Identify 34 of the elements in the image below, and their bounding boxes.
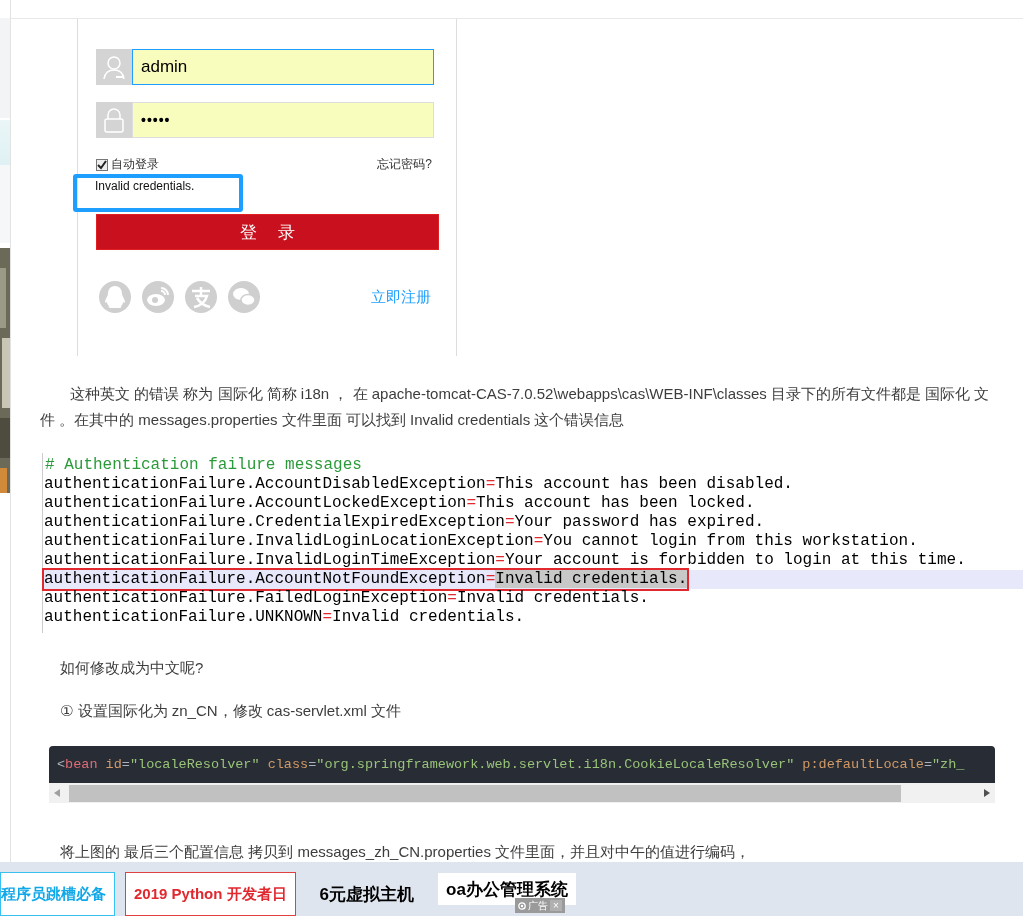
ad-link[interactable]: 2019 Python 开发者日: [125, 872, 296, 916]
paragraph: 这种英文 的错误 称为 国际化 简称 i18n ， 在 apache-tomcat-CAS-7.0.52\webapps\cas\WEB-INF\classes 目录下的所有文件都是 国际化 文件 。在其中的 messages.properties 文件里面 可以找到 Invalid credentials 这个错误信息: [40, 385, 990, 428]
target-icon: [518, 901, 526, 910]
code-line: authenticationFailure.InvalidLoginTimeException=Your account is forbidden to login at this time.: [44, 551, 966, 570]
chat-bubbles-icon[interactable]: [228, 281, 260, 313]
swirl-icon[interactable]: [142, 281, 174, 313]
error-message: Invalid credentials.: [95, 179, 195, 193]
code-line: authenticationFailure.CredentialExpiredException=Your password has expired.: [44, 513, 765, 532]
stroke-glyph-icon[interactable]: [185, 281, 217, 313]
input-field[interactable]: admin: [132, 49, 434, 85]
penguin-icon[interactable]: [99, 281, 131, 313]
lock-icon: [102, 107, 126, 133]
code-line: authenticationFailure.UNKNOWN=Invalid credentials.: [44, 608, 525, 627]
forgot-password-link[interactable]: 忘记密码?: [377, 156, 432, 173]
code-line: authenticationFailure.InvalidLoginLocationException=You cannot login from this workstation.: [44, 532, 918, 551]
scroll-right-icon[interactable]: [984, 789, 990, 797]
checkbox[interactable]: [96, 158, 108, 171]
code-comment: # Authentication failure messages: [45, 456, 362, 474]
code-line: authenticationFailure.FailedLoginException=Invalid credentials.: [44, 589, 649, 608]
code-line: authenticationFailure.AccountLockedException=This account has been locked.: [44, 494, 755, 513]
ad-link[interactable]: 6元虚拟主机: [301, 872, 432, 916]
scrollbar-thumb[interactable]: [69, 784, 901, 802]
checkbox-label: 自动登录: [111, 156, 159, 173]
login-button[interactable]: 登 录: [96, 214, 439, 250]
paragraph: 如何修改成为中文呢?: [60, 659, 204, 676]
code-line: authenticationFailure.AccountDisabledException=This account has been disabled.: [44, 475, 793, 494]
code-line: authenticationFailure.AccountNotFoundException=Invalid credentials.: [44, 570, 688, 589]
user-icon: [102, 54, 126, 80]
scroll-left-icon[interactable]: [54, 789, 60, 797]
code-line: <bean id="localeResolver" class="org.springframework.web.servlet.i18n.CookieLocaleResolver" p:defaultLocale="zh_: [57, 757, 965, 772]
paragraph: ① 设置国际化为 zn_CN，修改 cas-servlet.xml 文件: [60, 702, 401, 719]
input-field[interactable]: •••••: [132, 102, 434, 138]
paragraph: 将上图的 最后三个配置信息 拷贝到 messages_zh_CN.properties 文件里面，并且对中午的值进行编码，: [60, 843, 751, 860]
horizontal-scrollbar[interactable]: [49, 783, 995, 803]
